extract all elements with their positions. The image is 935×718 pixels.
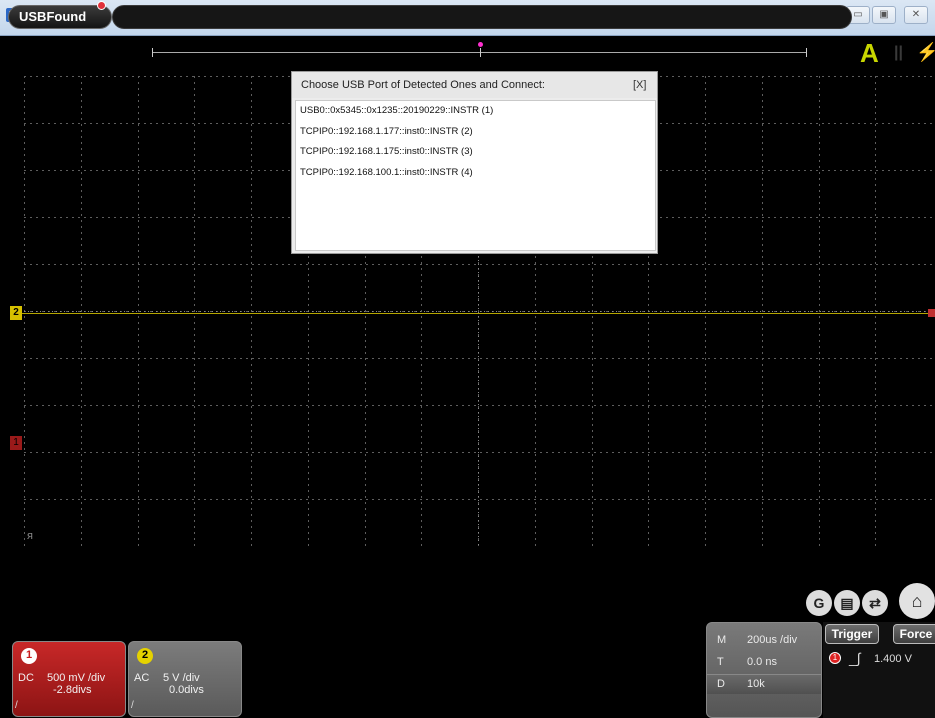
pause-icon[interactable]: || [894,44,903,62]
port-item[interactable]: TCPIP0::192.168.100.1::inst0::INSTR (4) [300,167,473,178]
channel-1-offset: -2.8divs [53,684,92,696]
status-bar [0,36,935,70]
timebase-row-t[interactable]: T 0.0 ns [707,653,821,673]
channel-2-panel[interactable]: 2 AC 5 V /div 0.0divs / [128,641,242,717]
channel-2-offset: 0.0divs [169,684,204,696]
channel-2-badge: 2 [137,648,153,664]
dialog-titlebar: Choose USB Port of Detected Ones and Con… [292,72,657,98]
timebase-row-m[interactable]: M 200us /div [707,631,821,651]
trigger-panel: Trigger Force 1 _∫ 1.400 V [823,622,935,718]
close-button[interactable]: ✕ [904,6,928,24]
trigger-level-marker[interactable]: ᴙ [27,530,33,542]
trace-edge-marker [928,309,935,317]
save-icon[interactable]: ▤ [834,590,860,616]
force-button[interactable]: Force [893,624,935,644]
channel-1-scale: 500 mV /div [47,672,106,684]
autoset-icon[interactable]: G [806,590,832,616]
usb-alert-icon [97,1,106,10]
usb-status-button[interactable]: USBFound [8,5,112,29]
channel-2-trace [22,313,934,314]
dialog-close-button[interactable]: [X] [633,79,646,91]
timeline-center-tick [480,48,481,57]
usb-port-dialog: Choose USB Port of Detected Ones and Con… [291,71,658,254]
trigger-level-value: 1.400 V [874,653,912,665]
port-item[interactable]: TCPIP0::192.168.1.177::inst0::INSTR (2) [300,126,473,137]
timebase-panel[interactable]: M 200us /div T 0.0 ns D 10k [706,622,822,718]
depth-value: 10k [747,678,765,690]
time-position-bar[interactable] [112,5,852,29]
trigger-position-marker[interactable] [478,42,483,47]
rising-edge-icon[interactable]: _∫ [849,650,861,666]
port-list: USB0::0x5345::0x1235::20190229::INSTR (1… [295,100,656,251]
auto-mode-icon[interactable]: A [860,38,879,69]
timebase-key: M [717,634,727,646]
channel-1-level-marker[interactable]: 1 [10,436,22,450]
channel-2-coupling: AC [134,672,150,684]
trigger-source-icon[interactable]: 1 [829,652,841,664]
dialog-title: Choose USB Port of Detected Ones and Con… [301,79,545,91]
timebase-value: 200us /div [747,634,798,646]
channel-2-level-marker[interactable]: 2 [10,306,22,320]
connect-icon[interactable]: ⇄ [862,590,888,616]
timeline-start-tick [152,48,153,57]
usb-status-label: USBFound [19,9,87,24]
timeline-end-tick [806,48,807,57]
channel-1-badge: 1 [21,648,37,664]
channel-1-panel[interactable]: 1 DC 500 mV /div -2.8divs / [12,641,126,717]
port-item[interactable]: TCPIP0::192.168.1.175::inst0::INSTR (3) [300,146,473,157]
channel-2-scale: 5 V /div [163,672,200,684]
home-icon[interactable]: ⌂ [899,583,935,619]
channel-1-probe-mark: / [15,700,18,711]
trigger-delay-key: T [717,656,724,668]
trigger-delay-value: 0.0 ns [747,656,777,668]
trigger-button[interactable]: Trigger [825,624,879,644]
timebase-row-d[interactable]: D 10k [707,674,821,694]
lightning-icon[interactable]: ⚡ [916,42,935,63]
maximize-button[interactable]: ▣ [872,6,896,24]
port-item[interactable]: USB0::0x5345::0x1235::20190229::INSTR (1… [300,105,493,116]
channel-2-probe-mark: / [131,700,134,711]
channel-1-coupling: DC [18,672,34,684]
depth-key: D [717,678,725,690]
